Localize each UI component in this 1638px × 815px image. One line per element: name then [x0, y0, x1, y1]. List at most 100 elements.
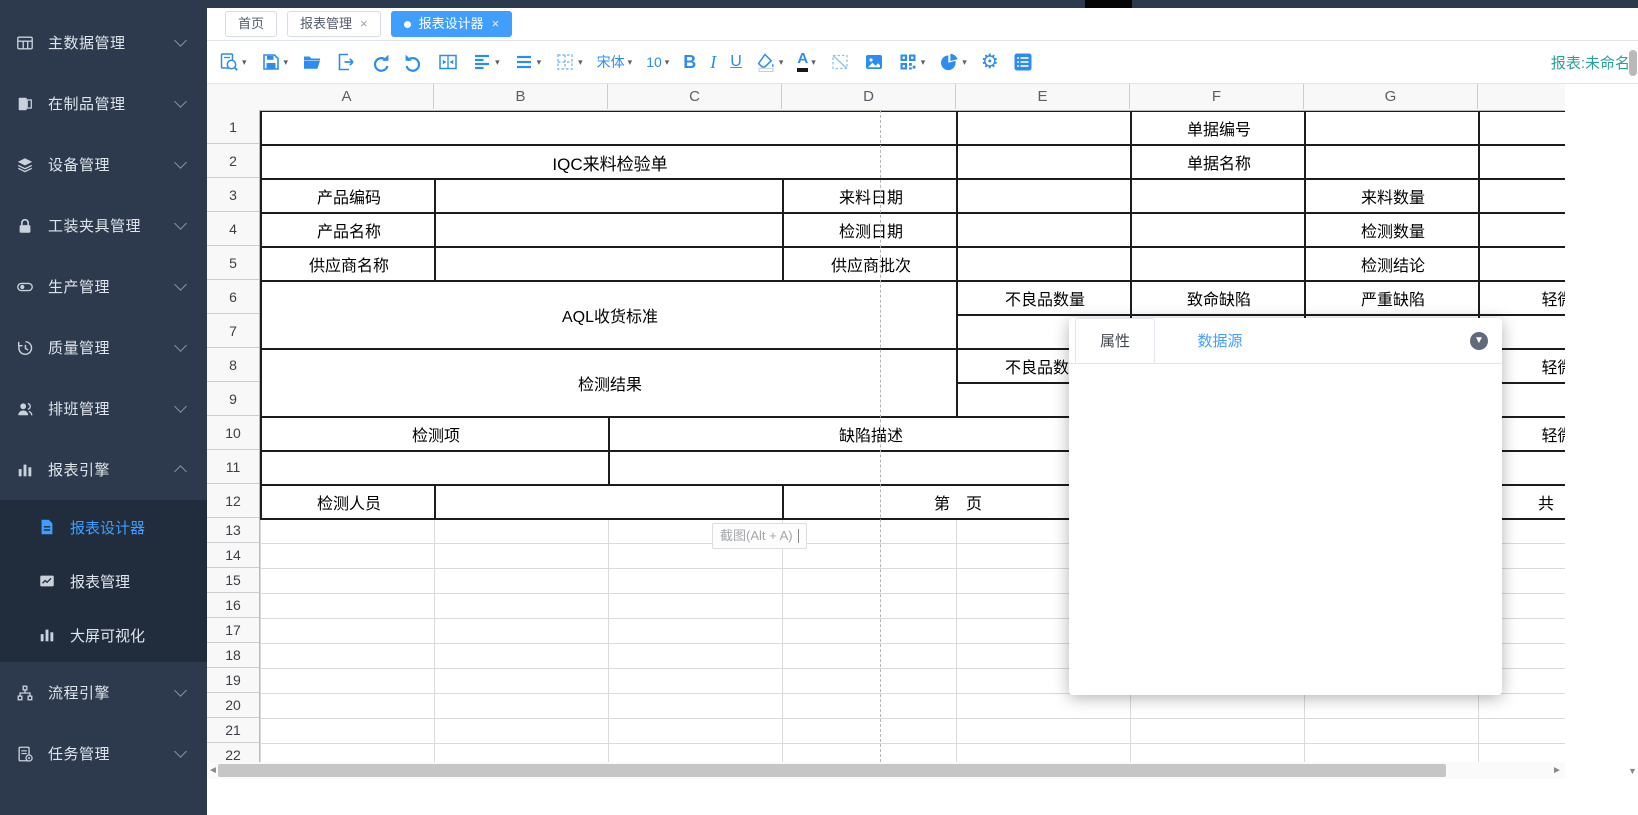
sheet-cell[interactable]: 轻微缺陷 — [1478, 280, 1565, 314]
undo-button[interactable] — [400, 49, 428, 75]
merge-cells-button[interactable] — [434, 49, 462, 75]
sheet-cell[interactable] — [1478, 246, 1565, 280]
sidebar-item[interactable]: 报表引擎 — [0, 439, 207, 500]
sheet-cell[interactable] — [956, 110, 1132, 144]
row-header[interactable]: 5 — [207, 246, 259, 280]
row-header[interactable]: 3 — [207, 178, 259, 212]
row-header[interactable]: 11 — [207, 450, 259, 484]
row-header[interactable]: 8 — [207, 348, 259, 382]
sheet-cell[interactable]: 致命缺陷 — [1130, 280, 1306, 314]
data-list-button[interactable] — [1009, 49, 1037, 75]
row-header[interactable]: 10 — [207, 416, 259, 450]
tab-properties[interactable]: 属性 — [1075, 318, 1155, 363]
sheet-cell[interactable]: 产品编码 — [260, 178, 436, 212]
column-header[interactable] — [1478, 84, 1565, 109]
page-tab[interactable]: 首页 — [225, 11, 277, 37]
sheet-cell[interactable]: 来料日期 — [782, 178, 958, 212]
sheet-cell[interactable] — [434, 246, 784, 280]
sheet-cell[interactable]: 检测日期 — [782, 212, 958, 246]
sheet-cell[interactable] — [956, 246, 1132, 280]
sidebar-subitem[interactable]: 大屏可视化 — [0, 608, 207, 662]
line-style-button[interactable]: ▾ — [510, 49, 546, 75]
settings-button[interactable]: ⚙ — [977, 49, 1003, 76]
row-header[interactable]: 18 — [207, 643, 259, 668]
row-header[interactable]: 22 — [207, 743, 259, 762]
vertical-scroll-thumb[interactable] — [1629, 50, 1637, 76]
row-header[interactable]: 19 — [207, 668, 259, 693]
sidebar-item[interactable]: 工装夹具管理 — [0, 195, 207, 256]
row-header[interactable]: 7 — [207, 314, 259, 348]
underline-button[interactable]: U — [726, 50, 746, 74]
column-header[interactable]: A — [260, 84, 434, 109]
sheet-cell[interactable]: 严重缺陷 — [1304, 280, 1480, 314]
image-button[interactable] — [860, 49, 888, 75]
collapse-panel-button[interactable]: ▼ — [1470, 332, 1488, 350]
row-header[interactable]: 12 — [207, 484, 259, 518]
sheet-cell[interactable]: 产品名称 — [260, 212, 436, 246]
column-header[interactable]: G — [1304, 84, 1478, 109]
sidebar-item[interactable]: 排班管理 — [0, 378, 207, 439]
sheet-cell[interactable] — [956, 212, 1132, 246]
sheet-cell[interactable] — [1304, 144, 1480, 178]
column-header[interactable]: D — [782, 84, 956, 109]
sheet-cell[interactable] — [1478, 110, 1565, 144]
font-size-button[interactable]: 10▾ — [642, 51, 673, 73]
column-header[interactable]: C — [608, 84, 782, 109]
row-header[interactable]: 20 — [207, 693, 259, 718]
diagonal-split-button[interactable] — [826, 49, 854, 75]
sheet-cell[interactable]: 检测数量 — [1304, 212, 1480, 246]
sheet-cell[interactable] — [1130, 178, 1306, 212]
chart-button[interactable]: ▾ — [935, 49, 971, 75]
sheet-cell[interactable]: IQC来料检验单 — [260, 144, 958, 178]
row-header[interactable]: 6 — [207, 280, 259, 314]
close-tab-icon[interactable]: × — [360, 12, 368, 36]
row-header[interactable]: 17 — [207, 618, 259, 643]
sheet-cell[interactable]: 不良品数量 — [956, 280, 1132, 314]
row-header[interactable]: 1 — [207, 110, 259, 144]
sidebar-item[interactable]: 质量管理 — [0, 317, 207, 378]
tab-datasource[interactable]: 数据源 — [1173, 319, 1266, 364]
open-button[interactable] — [298, 49, 326, 75]
sidebar-item[interactable]: 设备管理 — [0, 134, 207, 195]
row-header[interactable]: 2 — [207, 144, 259, 178]
sheet-cell[interactable] — [260, 110, 958, 144]
row-header[interactable]: 4 — [207, 212, 259, 246]
row-header[interactable]: 15 — [207, 568, 259, 593]
row-header[interactable]: 13 — [207, 518, 259, 543]
column-header[interactable]: E — [956, 84, 1130, 109]
row-header[interactable]: 16 — [207, 593, 259, 618]
sheet-cell[interactable] — [1478, 144, 1565, 178]
sheet-cell[interactable] — [1478, 178, 1565, 212]
italic-button[interactable]: I — [706, 49, 720, 76]
sidebar-item[interactable]: 流程引擎 — [0, 662, 207, 723]
sheet-cell[interactable] — [434, 212, 784, 246]
sheet-cell[interactable] — [1304, 110, 1480, 144]
page-tab[interactable]: 报表管理× — [287, 11, 381, 37]
save-button[interactable]: ▾ — [257, 49, 293, 75]
sheet-cell[interactable] — [956, 144, 1132, 178]
sheet-cell[interactable]: 缺陷描述 — [608, 416, 1132, 450]
sidebar-item[interactable]: 生产管理 — [0, 256, 207, 317]
sidebar-subitem[interactable]: 报表设计器 — [0, 500, 207, 554]
sidebar-item[interactable]: 主数据管理 — [0, 12, 207, 73]
sheet-cell[interactable]: 供应商名称 — [260, 246, 436, 280]
preview-button[interactable]: ▾ — [215, 49, 251, 75]
sidebar-subitem[interactable]: 报表管理 — [0, 554, 207, 608]
column-header[interactable]: B — [434, 84, 608, 109]
row-header[interactable]: 9 — [207, 382, 259, 416]
sheet-cell[interactable]: 供应商批次 — [782, 246, 958, 280]
sheet-cell[interactable] — [1478, 212, 1565, 246]
borders-button[interactable]: ▾ — [551, 49, 587, 75]
scroll-right-arrow[interactable]: ► — [1551, 763, 1563, 778]
sheet-cell[interactable]: 单据名称 — [1130, 144, 1306, 178]
font-color-button[interactable]: A▾ — [793, 49, 819, 75]
sheet-cell[interactable]: 来料数量 — [1304, 178, 1480, 212]
row-header[interactable]: 21 — [207, 718, 259, 743]
sheet-cell[interactable] — [608, 450, 1132, 484]
sidebar-item[interactable]: 在制品管理 — [0, 73, 207, 134]
sheet-cell[interactable] — [434, 484, 784, 520]
sheet-cell[interactable] — [1130, 246, 1306, 280]
sheet-cell[interactable] — [1130, 212, 1306, 246]
font-family-button[interactable]: 宋体▾ — [593, 49, 637, 75]
sheet-cell[interactable] — [260, 450, 610, 484]
